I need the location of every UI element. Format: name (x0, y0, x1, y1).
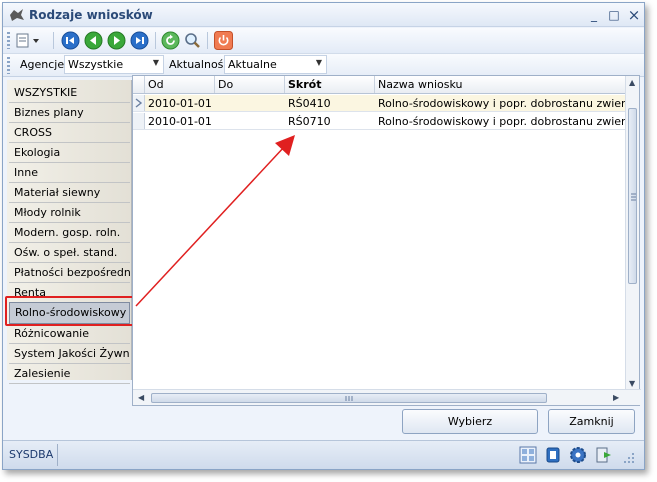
database-icon[interactable] (544, 446, 562, 464)
status-bar: SYSDBA (3, 440, 644, 469)
resize-grip-icon[interactable] (622, 451, 636, 465)
exit-door-icon[interactable] (595, 446, 613, 464)
user-status: SYSDBA (9, 448, 54, 461)
select-button[interactable]: Wybierz (402, 409, 538, 434)
close-button[interactable]: Zamknij (548, 409, 635, 434)
status-separator (57, 444, 58, 466)
calculator-icon[interactable] (519, 446, 537, 464)
settings-icon[interactable] (569, 446, 587, 464)
annotation-arrow (135, 135, 295, 307)
dialog-window: Rodzaje wniosków _ □ × Agencje Wszystkie… (2, 2, 645, 470)
